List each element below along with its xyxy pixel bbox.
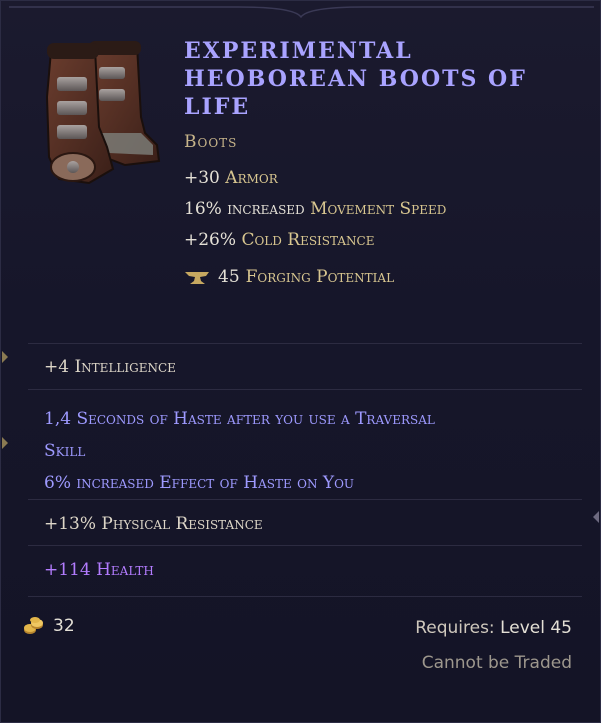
affix-health: +114 Health <box>28 545 582 597</box>
gold-value: 32 <box>23 616 75 636</box>
requires-label: Requires: <box>415 618 495 638</box>
affix-text-line2: Skill <box>44 441 86 461</box>
affix-text: +13% Physical Resistance <box>44 514 263 534</box>
forging-potential: 45 Forging Potential <box>184 267 394 287</box>
requires-level: Level 45 <box>500 618 572 638</box>
affix-physical-resistance: +13% Physical Resistance <box>28 499 582 545</box>
implicit-movement-speed: 16% increased Movement Speed <box>184 197 446 228</box>
tooltip-left-ornament <box>2 351 8 449</box>
boots-icon <box>45 41 161 185</box>
affix-intelligence: +4 Intelligence <box>28 343 582 389</box>
trade-status: Cannot be Traded <box>421 653 572 673</box>
anvil-icon <box>185 272 209 284</box>
gold-amount: 32 <box>53 616 75 636</box>
implicit-armor: +30 Armor <box>184 166 446 197</box>
implicit-stat: Cold Resistance <box>241 230 375 250</box>
implicit-stat: Armor <box>225 168 278 188</box>
gold-coins-icon <box>24 617 43 634</box>
affix-list: +4 Intelligence 1,4 Seconds of Haste aft… <box>28 343 582 597</box>
implicit-value: +26% <box>184 230 237 250</box>
tooltip-right-ornament <box>593 511 599 523</box>
implicit-cold-resistance: +26% Cold Resistance <box>184 228 446 259</box>
item-type: Boots <box>184 132 238 152</box>
forging-label: Forging Potential <box>245 267 395 287</box>
item-tooltip: Experimental Heoborean Boots of Life Boo… <box>0 0 601 723</box>
implicit-stats: +30 Armor 16% increased Movement Speed +… <box>184 166 446 259</box>
affix-text: +114 Health <box>44 560 154 580</box>
level-requirement: Requires: Level 45 <box>415 618 572 638</box>
affix-text-line3: 6% increased Effect of Haste on You <box>44 473 355 493</box>
implicit-value: +30 <box>184 168 220 188</box>
tooltip-top-ornament <box>9 6 594 19</box>
affix-text-line1: 1,4 Seconds of Haste after you use a Tra… <box>44 409 435 429</box>
item-name: Experimental Heoborean Boots of Life <box>184 38 527 120</box>
affix-haste: 1,4 Seconds of Haste after you use a Tra… <box>28 389 582 499</box>
affix-text: +4 Intelligence <box>44 357 176 377</box>
forging-value: 45 <box>218 267 240 287</box>
implicit-value: 16% increased <box>184 199 305 219</box>
implicit-stat: Movement Speed <box>310 199 447 219</box>
